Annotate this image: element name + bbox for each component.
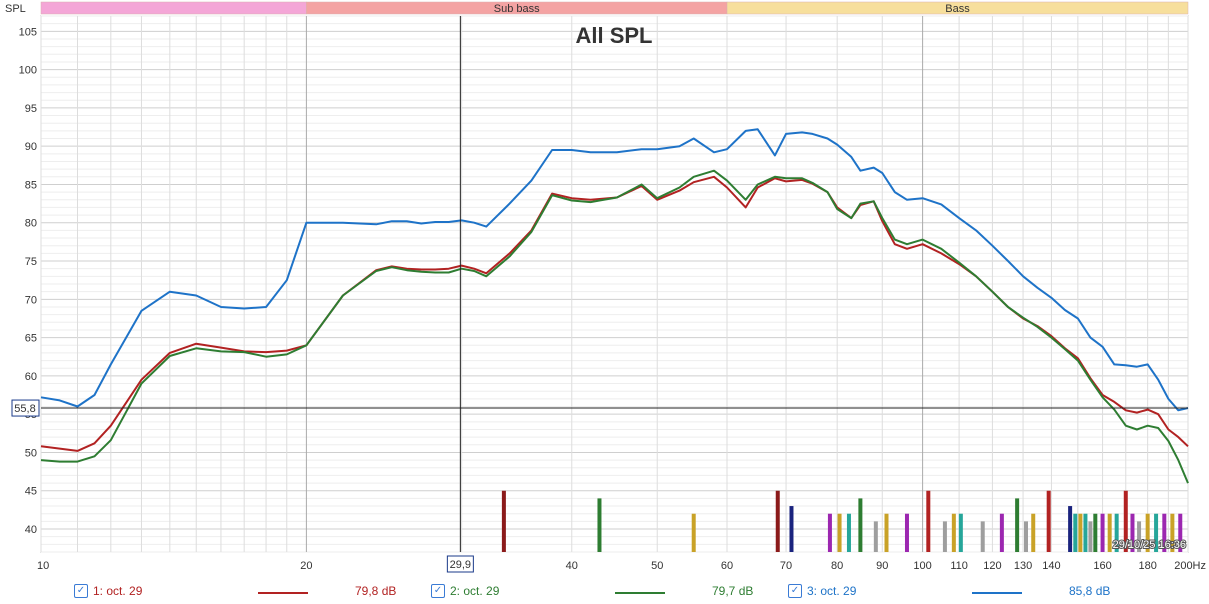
x-tick-label: 80: [831, 560, 843, 572]
legend-value-1: 79,8 dB: [355, 584, 397, 598]
legend-line-2: [615, 592, 665, 594]
marker-bar: [999, 513, 1004, 552]
marker-bar: [837, 513, 842, 552]
x-tick-label: 120: [983, 560, 1001, 572]
marker-bar: [846, 513, 851, 552]
checkbox-series-1[interactable]: ✓: [74, 584, 88, 598]
marker-bar: [1093, 513, 1098, 552]
x-tick-label: 140: [1042, 560, 1060, 572]
legend-item-3[interactable]: ✓ 3: oct. 29: [788, 584, 856, 598]
y-tick-label: 60: [25, 371, 37, 383]
marker-bar: [958, 513, 963, 552]
band-label-1: Sub bass: [494, 3, 540, 15]
y-tick-label: 95: [25, 103, 37, 115]
y-tick-label: 80: [25, 218, 37, 230]
y-tick-label: 40: [25, 524, 37, 536]
legend-line-1: [258, 592, 308, 594]
y-tick-label: 105: [19, 26, 37, 38]
marker-bar: [775, 490, 780, 552]
x-tick-label: 130: [1014, 560, 1032, 572]
chart-title: All SPL: [575, 23, 652, 48]
y-tick-label: 85: [25, 179, 37, 191]
marker-bar: [926, 490, 931, 552]
frequency-bands: Sub bass Bass: [40, 1, 1189, 15]
legend-label-1: 1: oct. 29: [93, 584, 143, 598]
y-tick-label: 50: [25, 447, 37, 459]
legend-item-2[interactable]: ✓ 2: oct. 29: [431, 584, 499, 598]
marker-bar: [1100, 513, 1105, 552]
marker-bar: [1073, 513, 1078, 552]
x-tick-label: 110: [950, 560, 968, 572]
cursor-y-label: 55,8: [14, 403, 35, 415]
legend-bar: ✓ 1: oct. 29 79,8 dB ✓ 2: oct. 29 79,7 d…: [0, 580, 1209, 604]
marker-bar: [1083, 513, 1088, 552]
legend-value-3: 85,8 dB: [1069, 584, 1111, 598]
y-tick-label: 90: [25, 141, 37, 153]
x-tick-label: 20: [300, 560, 312, 572]
x-tick-label: 90: [876, 560, 888, 572]
x-tick-label: 50: [651, 560, 663, 572]
y-tick-label: 75: [25, 256, 37, 268]
x-tick-label: 160: [1093, 560, 1111, 572]
marker-bar: [1046, 490, 1051, 552]
x-tick-label: 10: [37, 560, 49, 572]
marker-bar: [691, 513, 696, 552]
marker-bar: [1015, 498, 1020, 552]
marker-bar: [884, 513, 889, 552]
marker-bar: [827, 513, 832, 552]
x-tick-label: 60: [721, 560, 733, 572]
y-axis-title: SPL: [5, 3, 26, 15]
spl-chart[interactable]: SPL Sub bassBass 40455055606570758085909…: [0, 0, 1209, 580]
legend-value-2: 79,7 dB: [712, 584, 754, 598]
x-tick-label: 40: [566, 560, 578, 572]
band-0: [40, 1, 307, 15]
checkbox-series-2[interactable]: ✓: [431, 584, 445, 598]
marker-bar: [951, 513, 956, 552]
legend-label-2: 2: oct. 29: [450, 584, 500, 598]
marker-bar: [904, 513, 909, 552]
marker-bar: [1068, 506, 1073, 552]
legend-label-3: 3: oct. 29: [807, 584, 857, 598]
marker-bar: [980, 521, 985, 552]
x-tick-label: 200Hz: [1174, 560, 1206, 572]
marker-bar: [858, 498, 863, 552]
x-tick-label: 180: [1138, 560, 1156, 572]
marker-bar: [501, 490, 506, 552]
legend-line-3: [972, 592, 1022, 594]
timestamp: 29/10/25 16:36: [1113, 539, 1186, 551]
grid: [40, 15, 1189, 553]
marker-bar: [942, 521, 947, 552]
marker-bar: [597, 498, 602, 552]
checkbox-series-3[interactable]: ✓: [788, 584, 802, 598]
x-tick-label: 100: [913, 560, 931, 572]
y-tick-label: 65: [25, 333, 37, 345]
marker-bar: [1078, 513, 1083, 552]
marker-bar: [1088, 521, 1093, 552]
band-label-2: Bass: [945, 3, 970, 15]
marker-bar: [789, 506, 794, 552]
marker-bar: [873, 521, 878, 552]
marker-bar: [1023, 521, 1028, 552]
y-tick-label: 100: [19, 65, 37, 77]
cursor-x-label: 29,9: [450, 559, 471, 571]
legend-item-1[interactable]: ✓ 1: oct. 29: [74, 584, 142, 598]
marker-bar: [1031, 513, 1036, 552]
marker-bar: [1107, 513, 1112, 552]
x-tick-label: 70: [780, 560, 792, 572]
y-tick-label: 45: [25, 486, 37, 498]
y-tick-label: 70: [25, 294, 37, 306]
